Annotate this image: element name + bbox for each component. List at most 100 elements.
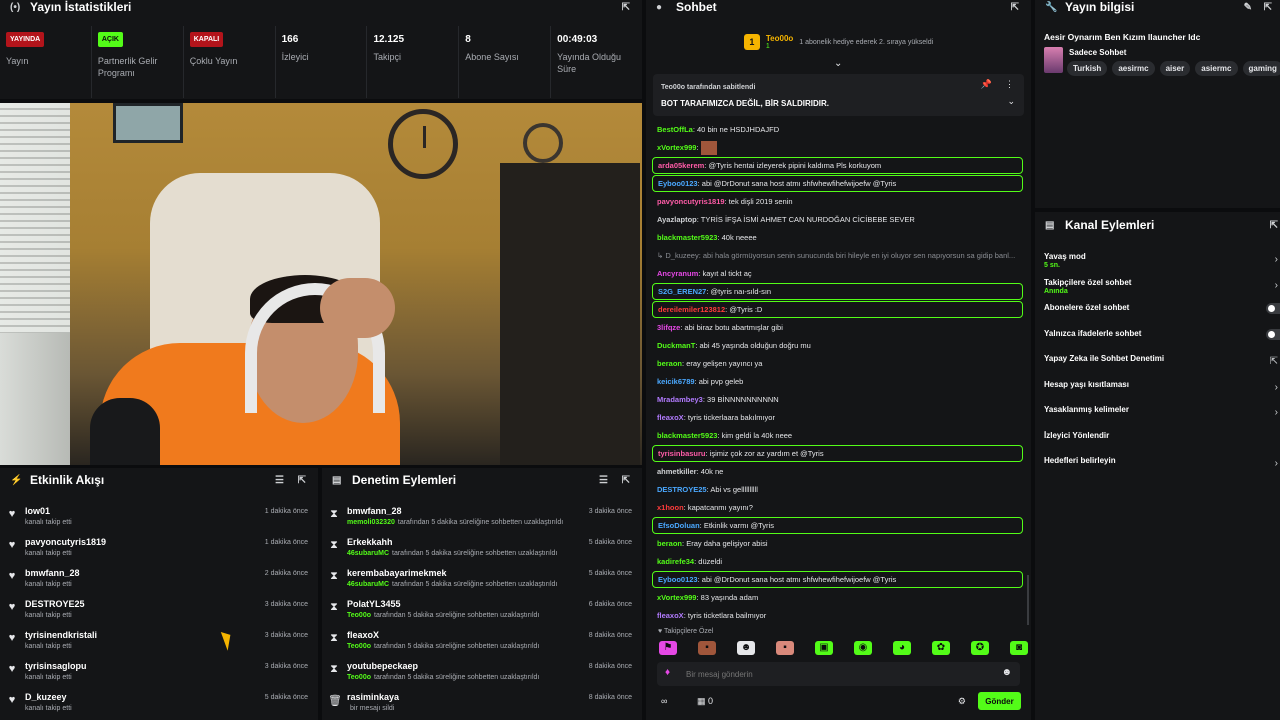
chat-username[interactable]: EfsoDoluan — [658, 521, 700, 530]
gear-icon[interactable]: ⚙ — [958, 696, 966, 707]
tag[interactable]: aesirmc — [1112, 61, 1155, 76]
mod-actor[interactable]: 46subaruMC — [347, 550, 389, 557]
chat-message[interactable]: Eyboo0123: abi @DrDonut sana host atmı s… — [652, 175, 1023, 192]
channel-action-item[interactable]: Hedefleri belirleyin › — [1044, 456, 1280, 482]
chat-username[interactable]: xVortex999 — [657, 593, 696, 602]
chat-message[interactable]: x1hoon: kapatcanmı yayını? — [652, 499, 1023, 517]
chat-message[interactable]: fleaxoX: tyris ticketlara bailmıyor — [652, 607, 1023, 625]
mod-actor[interactable]: Teo00o — [347, 612, 371, 619]
chat-username[interactable]: Eyboo0123 — [658, 179, 698, 188]
emote-button[interactable]: ▪ — [776, 641, 794, 655]
chat-username[interactable]: BestOffLa — [657, 125, 693, 134]
chat-message[interactable]: DuckmanT: abi 45 yaşında olduğun doğru m… — [652, 337, 1023, 355]
gifter-name[interactable]: Teo00o — [766, 34, 793, 43]
chat-message[interactable]: ahmetkiller: 40k ne — [652, 463, 1023, 481]
chat-username[interactable]: Eyboo0123 — [658, 575, 698, 584]
channel-action-item[interactable]: Takipçilere özel sohbet Anında › — [1044, 278, 1280, 304]
chat-message[interactable]: blackmaster5923: 40k neeee — [652, 229, 1023, 247]
gift-icon[interactable]: ▦ 0 — [697, 696, 713, 707]
chevron-right-icon[interactable]: › — [1275, 280, 1278, 291]
chat-message[interactable]: pavyoncutyris1819: tek dişli 2019 senin — [652, 193, 1023, 211]
channel-action-item[interactable]: Yalnızca ifadelerle sohbet — [1044, 328, 1280, 355]
more-icon[interactable]: ⋮ — [1005, 79, 1014, 90]
chat-username[interactable]: pavyoncutyris1819 — [657, 197, 725, 206]
popout-icon[interactable]: ⇱ — [1011, 2, 1019, 13]
chat-message[interactable]: keicik6789: abi pvp geleb — [652, 373, 1023, 391]
chat-message[interactable]: dereilemiler123812: @Tyris :D — [652, 301, 1023, 318]
chat-message[interactable]: kadirefe34: düzeldi — [652, 553, 1023, 571]
chat-scrollbar[interactable] — [1027, 575, 1029, 625]
chat-message[interactable]: fleaxoX: tyris tickerlaara bakılmıyor — [652, 409, 1023, 427]
emote-button[interactable]: ◉ — [854, 641, 872, 655]
chat-input[interactable] — [686, 662, 986, 686]
category-thumbnail[interactable] — [1044, 47, 1063, 73]
chat-username[interactable]: dereilemiler123812 — [658, 305, 725, 314]
chat-message[interactable]: EfsoDoluan: Etkinlik varmı @Tyris — [652, 517, 1023, 534]
popout-icon[interactable]: ⇱ — [622, 475, 630, 486]
chat-username[interactable]: Mradambey3 — [657, 395, 703, 404]
chat-message[interactable]: Eyboo0123: abi @DrDonut sana host atmı s… — [652, 571, 1023, 588]
chat-reply-preview[interactable]: ↳ D_kuzeey: abi hala görmüyorsun senin s… — [652, 247, 1023, 265]
tag[interactable]: Turkish — [1067, 61, 1108, 76]
chat-message[interactable]: beraon: eray gelişen yayıncı ya — [652, 355, 1023, 373]
chat-username[interactable]: beraon — [657, 359, 682, 368]
chat-username[interactable]: arda05kerem — [658, 161, 704, 170]
popout-icon[interactable]: ⇱ — [1264, 2, 1272, 13]
send-button[interactable]: Gönder — [978, 692, 1021, 710]
chat-input-box[interactable]: ♦ ☻ — [657, 662, 1020, 686]
tag[interactable]: asiermc — [1195, 61, 1238, 76]
channel-action-item[interactable]: İzleyici Yönlendir — [1044, 431, 1280, 457]
chat-username[interactable]: DuckmanT — [657, 341, 695, 350]
toggle-switch[interactable] — [1266, 328, 1280, 340]
chat-username[interactable]: xVortex999 — [657, 143, 696, 152]
chat-username[interactable]: Ayazlaptop — [657, 215, 697, 224]
mod-actor[interactable]: Teo00o — [347, 643, 371, 650]
chat-username[interactable]: fleaxoX — [657, 413, 684, 422]
emote-button[interactable]: ⚑ — [659, 641, 677, 655]
filter-icon[interactable]: ☰ — [275, 475, 284, 486]
chat-username[interactable]: blackmaster5923 — [657, 431, 717, 440]
mod-actor[interactable]: 46subaruMC — [347, 581, 389, 588]
chat-message[interactable]: S2G_EREN27: @tyris naı-sıld-sın — [652, 283, 1023, 300]
chat-username[interactable]: beraon — [657, 539, 682, 548]
chat-username[interactable]: S2G_EREN27 — [658, 287, 706, 296]
chat-username[interactable]: x1hoon — [657, 503, 684, 512]
chat-username[interactable]: tyrisinbasuru — [658, 449, 706, 458]
channel-action-item[interactable]: Yavaş mod 5 sn. › — [1044, 252, 1280, 278]
chat-username[interactable]: keicik6789 — [657, 377, 695, 386]
emote-button[interactable]: ✿ — [932, 641, 950, 655]
edit-icon[interactable]: ✎ — [1244, 2, 1252, 13]
users-icon[interactable]: ∞ — [661, 696, 667, 706]
tag[interactable]: gaming — [1242, 61, 1280, 76]
chat-message[interactable]: Ancyranum: kayıt al tickt aç — [652, 265, 1023, 283]
pinned-message[interactable]: Teo00o tarafından sabitlendi BOT TARAFIM… — [653, 74, 1024, 116]
popout-icon[interactable]: ⇱ — [622, 2, 630, 13]
chat-message[interactable]: xVortex999: 83 yaşında adam — [652, 589, 1023, 607]
emote-button[interactable]: ✪ — [971, 641, 989, 655]
tag[interactable]: aiser — [1159, 61, 1191, 76]
expand-chevron-icon[interactable]: ⌄ — [834, 58, 842, 69]
category-name[interactable]: Sadece Sohbet — [1069, 48, 1126, 57]
chat-message[interactable]: blackmaster5923: kim geldi la 40k neee — [652, 427, 1023, 445]
emote-button[interactable]: ▣ — [815, 641, 833, 655]
chevron-right-icon[interactable]: › — [1275, 382, 1278, 393]
chat-message[interactable]: Mradambey3: 39 BİNNNNNNNNNN — [652, 391, 1023, 409]
channel-action-item[interactable]: Yasaklanmış kelimeler › — [1044, 405, 1280, 431]
chat-message[interactable]: BestOffLa: 40 bin ne HSDJHDAJFD — [652, 121, 1023, 139]
chat-username[interactable]: kadirefe34 — [657, 557, 694, 566]
chat-username[interactable]: 3lifqze — [657, 323, 680, 332]
channel-action-item[interactable]: Hesap yaşı kısıtlaması › — [1044, 380, 1280, 406]
channel-action-item[interactable]: Yapay Zeka ile Sohbet Denetimi ⇱ — [1044, 354, 1280, 380]
chat-badge-icon[interactable]: ♦ — [665, 667, 670, 678]
emote-button[interactable]: ☻ — [737, 641, 755, 655]
chat-username[interactable]: fleaxoX — [657, 611, 684, 620]
channel-action-item[interactable]: Abonelere özel sohbet — [1044, 303, 1280, 329]
mod-actor[interactable]: memoli032320 — [347, 519, 395, 526]
chat-message[interactable]: arda05kerem: @Tyris hentai izleyerek pip… — [652, 157, 1023, 174]
pin-icon[interactable]: 📌 — [981, 79, 992, 90]
chat-message[interactable]: xVortex999: — [652, 139, 1023, 157]
external-link-icon[interactable]: ⇱ — [1270, 356, 1278, 367]
chevron-right-icon[interactable]: › — [1275, 254, 1278, 265]
stream-video-preview[interactable] — [0, 103, 642, 465]
emote-button[interactable]: ◕ — [893, 641, 911, 655]
